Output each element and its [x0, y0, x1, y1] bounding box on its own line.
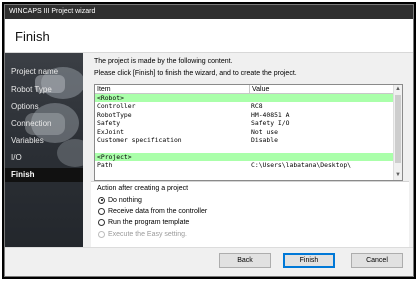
radio-button-icon[interactable]: [98, 218, 105, 226]
post-create-actions: Action after creating a project Do nothi…: [91, 181, 409, 247]
radio-label: Run the program template: [108, 218, 190, 226]
cell-value: C:\Users\labatana\Desktop\: [251, 161, 352, 170]
step-connection: Connection: [11, 119, 52, 128]
back-button[interactable]: Back: [219, 253, 271, 268]
radio-do-nothing[interactable]: Do nothing: [98, 195, 142, 205]
table-row-group[interactable]: <Project>: [95, 152, 395, 162]
table-row-empty[interactable]: [95, 144, 395, 152]
table-row[interactable]: Safety Safety I/O: [95, 119, 395, 127]
radio-label: Execute the Easy setting.: [108, 230, 187, 238]
table-header: Item Value: [95, 85, 395, 94]
table-row-group[interactable]: <Robot>: [95, 94, 395, 103]
radio-run-template[interactable]: Run the program template: [98, 217, 189, 227]
cell-item: <Robot>: [97, 94, 124, 102]
step-variables: Variables: [11, 136, 44, 145]
cell-item: Safety: [97, 119, 121, 128]
step-project-name: Project name: [11, 67, 59, 76]
radio-button-icon: [98, 230, 105, 238]
scroll-up-arrow-icon[interactable]: ▲: [394, 85, 402, 94]
table-row[interactable]: RobotType HM-40851 A: [95, 111, 395, 119]
cell-value: Safety I/O: [251, 119, 290, 128]
window-title: WINCAPS III Project wizard: [9, 8, 96, 15]
vertical-scrollbar[interactable]: ▲ ▼: [393, 85, 402, 180]
step-robot-type: Robot Type: [11, 85, 52, 94]
page-header: Finish: [5, 19, 413, 53]
scroll-down-arrow-icon[interactable]: ▼: [394, 171, 402, 180]
radio-receive-data[interactable]: Receive data from the controller: [98, 206, 207, 216]
cell-item: Path: [97, 161, 113, 170]
step-options: Options: [11, 102, 39, 111]
page-title: Finish: [15, 29, 50, 44]
cell-value: Not use: [251, 127, 278, 136]
radio-button-icon[interactable]: [98, 207, 105, 215]
radio-button-icon[interactable]: [98, 196, 105, 204]
radio-easy-setting: Execute the Easy setting.: [98, 229, 187, 239]
cell-value: RC8: [251, 102, 263, 111]
button-bar: Back Finish Cancel: [5, 247, 413, 276]
wizard-window: WINCAPS III Project wizard Finish Projec…: [4, 4, 414, 277]
intro-text-1: The project is made by the following con…: [94, 58, 233, 65]
radio-label: Do nothing: [108, 196, 142, 204]
summary-table[interactable]: Item Value <Robot> Controller RC8 RobotTy…: [94, 84, 403, 181]
radio-label: Receive data from the controller: [108, 207, 208, 215]
step-io: I/O: [11, 153, 22, 162]
title-bar[interactable]: WINCAPS III Project wizard: [5, 5, 413, 19]
actions-heading: Action after creating a project: [97, 185, 189, 192]
table-row[interactable]: Customer specification Disable: [95, 136, 395, 144]
table-row[interactable]: Path C:\Users\labatana\Desktop\: [95, 161, 395, 169]
table-row[interactable]: Controller RC8: [95, 102, 395, 110]
column-header-value[interactable]: Value: [249, 85, 395, 94]
cell-item: RobotType: [97, 110, 132, 119]
finish-button[interactable]: Finish: [283, 253, 335, 268]
window-frame: WINCAPS III Project wizard Finish Projec…: [2, 2, 416, 279]
table-body: <Robot> Controller RC8 RobotType HM-40851 …: [95, 94, 395, 170]
scroll-thumb[interactable]: [395, 95, 401, 163]
cell-value: Disable: [251, 135, 278, 144]
column-header-item[interactable]: Item: [95, 85, 250, 94]
wizard-steps-sidebar: Project name Robot Type Options Connecti…: [5, 53, 83, 247]
cell-item: Customer specification: [97, 135, 182, 144]
cancel-button[interactable]: Cancel: [351, 253, 403, 268]
cell-value: HM-40851 A: [251, 110, 290, 119]
table-row[interactable]: ExJoint Not use: [95, 128, 395, 136]
intro-text-2: Please click [Finish] to finish the wiza…: [94, 70, 297, 77]
cell-item: <Project>: [97, 152, 132, 161]
step-finish: Finish: [5, 168, 83, 182]
cell-item: Controller: [97, 102, 136, 111]
cell-item: ExJoint: [97, 127, 124, 136]
